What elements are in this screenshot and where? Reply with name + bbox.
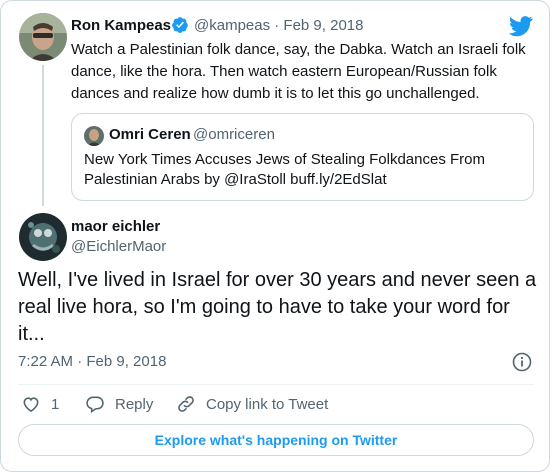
copy-link-label: Copy link to Tweet [206,395,329,413]
info-icon[interactable] [512,352,532,372]
reply-bubble-icon [86,396,104,413]
quoted-tweet[interactable]: Omri Ceren @omriceren New York Times Acc… [71,113,534,201]
like-count: 1 [51,395,60,413]
tweet-embed-card: Ron Kampeas @kampeas · Feb 9, 2018 Watch… [0,0,550,472]
avatar-maor-eichler[interactable] [19,213,67,261]
parent-handle-date[interactable]: @kampeas · Feb 9, 2018 [194,17,363,34]
link-icon [178,396,194,412]
thread-connector-line [42,65,44,206]
tweet-timestamp[interactable]: 7:22 AM · Feb 9, 2018 [18,353,166,370]
reply-author-name[interactable]: maor eichler [71,218,160,235]
avatar-omri-ceren [84,126,104,146]
like-button[interactable]: 1 [21,393,59,415]
reply-label: Reply [115,395,154,413]
avatar-ron-kampeas[interactable] [19,13,67,61]
copy-link-button[interactable]: Copy link to Tweet [176,393,328,415]
reply-tweet-text: Well, I've lived in Israel for over 30 y… [18,269,537,345]
reply-button[interactable]: Reply [85,393,153,415]
explore-twitter-button[interactable]: Explore what's happening on Twitter [18,424,534,456]
parent-tweet-text: Watch a Palestinian folk dance, say, the… [71,41,526,102]
quoted-tweet-text: New York Times Accuses Jews of Stealing … [84,151,486,188]
twitter-bird-icon[interactable] [509,15,533,37]
divider [18,384,534,385]
parent-author-name[interactable]: Ron Kampeas [71,17,171,34]
heart-icon [23,397,39,413]
quoted-handle: @omriceren [193,126,275,143]
verified-badge-icon [172,17,188,33]
reply-author-handle[interactable]: @EichlerMaor [71,238,166,255]
quoted-author-name: Omri Ceren [109,126,191,143]
